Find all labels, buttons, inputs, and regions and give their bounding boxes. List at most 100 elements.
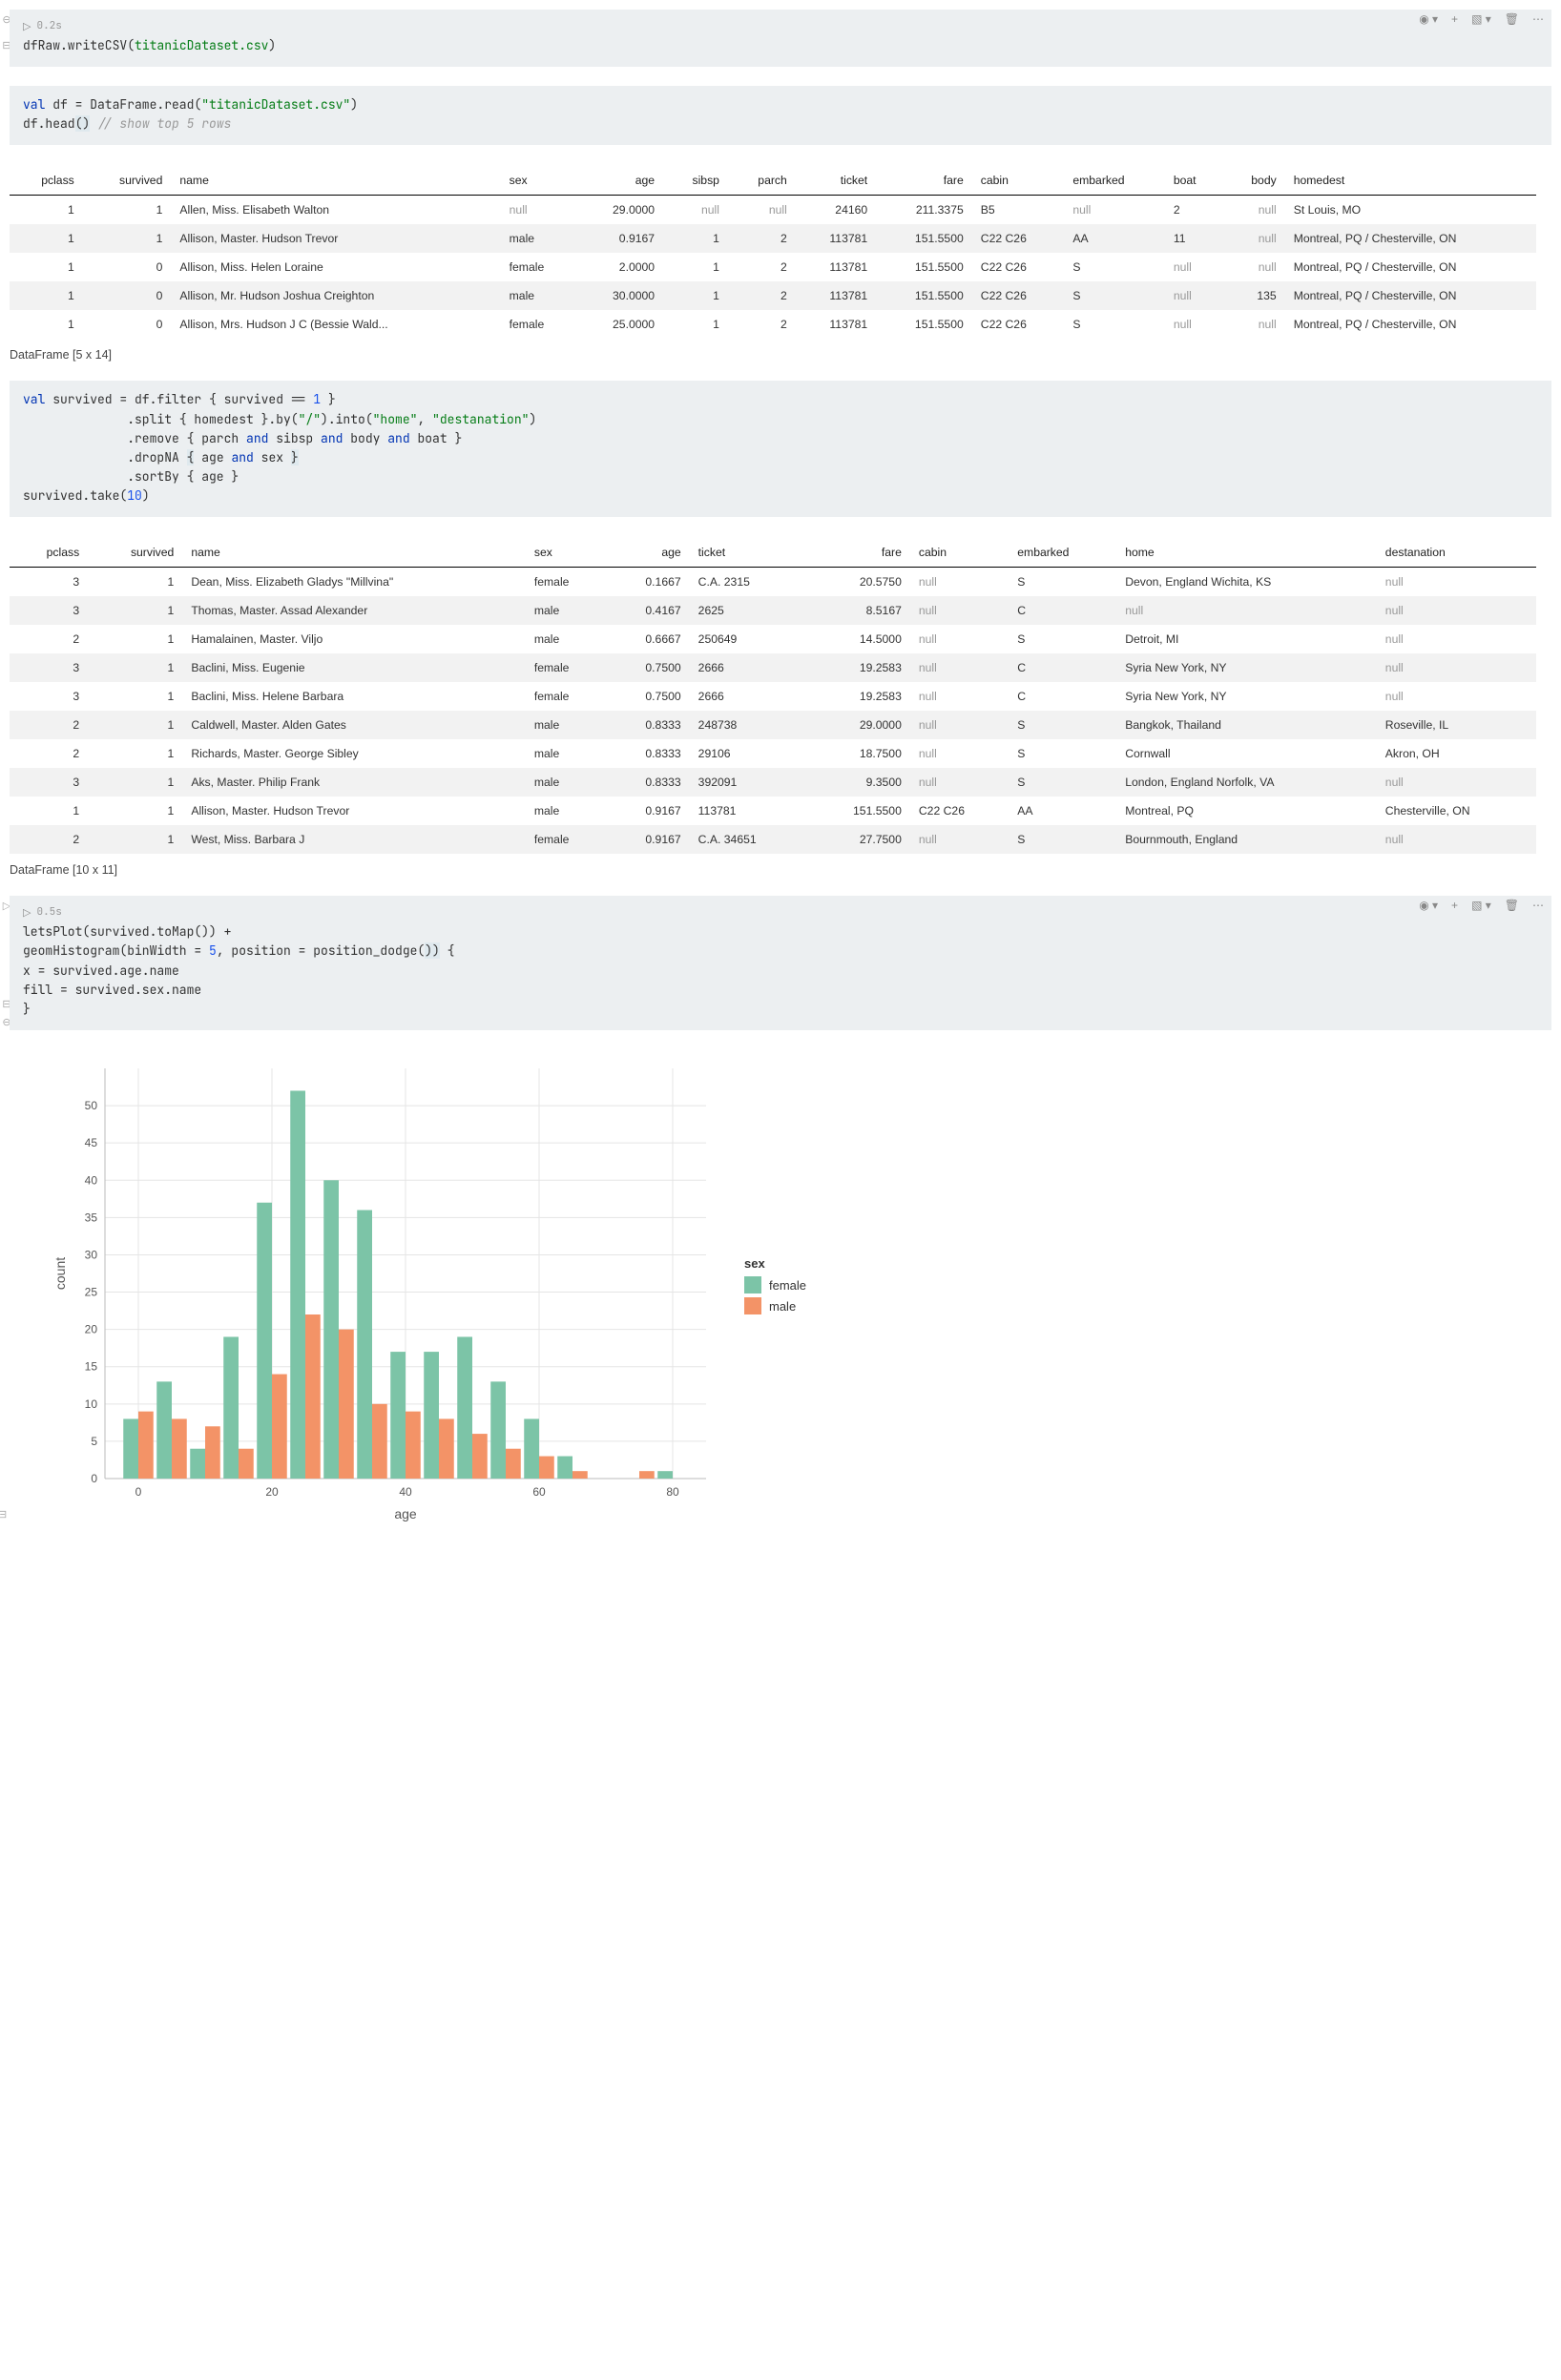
bar-male: [272, 1375, 287, 1479]
visibility-icon[interactable]: ◉ ▾: [1419, 899, 1438, 912]
add-icon[interactable]: +: [1451, 12, 1458, 26]
table-cell: 211.3375: [876, 196, 972, 225]
column-header: survived: [88, 538, 182, 568]
visibility-icon[interactable]: ◉ ▾: [1419, 12, 1438, 26]
table-cell: 113781: [796, 310, 876, 339]
table-cell: Allison, Mrs. Hudson J C (Bessie Wald...: [171, 310, 500, 339]
output-area: pclasssurvivednamesexageticketfarecabine…: [10, 538, 1551, 877]
code-line[interactable]: .split { homedest }.by("/").into("home",…: [23, 410, 1538, 429]
table-cell: S: [1009, 568, 1116, 597]
fold-icon[interactable]: ⊟: [0, 1508, 7, 1521]
table-cell: Aks, Master. Philip Frank: [182, 768, 526, 797]
table-cell: Montreal, PQ / Chesterville, ON: [1285, 224, 1536, 253]
table-cell: 11: [1165, 224, 1223, 253]
run-icon[interactable]: ▷: [23, 20, 31, 32]
table-cell: Montreal, PQ / Chesterville, ON: [1285, 281, 1536, 310]
table-cell: 1: [88, 653, 182, 682]
table-cell: Dean, Miss. Elizabeth Gladys "Millvina": [182, 568, 526, 597]
code-line[interactable]: .sortBy { age }: [23, 467, 1538, 486]
table-cell: 135: [1223, 281, 1285, 310]
column-header: fare: [807, 538, 910, 568]
more-icon[interactable]: ⋯: [1532, 12, 1544, 26]
table-cell: S: [1064, 281, 1164, 310]
table-cell: AA: [1064, 224, 1164, 253]
legend-label: female: [769, 1278, 806, 1293]
code-line[interactable]: letsPlot(survived.toMap()) +: [23, 922, 1538, 942]
table-cell: 2.0000: [576, 253, 663, 281]
column-header: embarked: [1064, 166, 1164, 196]
code-area[interactable]: val survived = df.filter { survived == 1…: [10, 381, 1551, 517]
svg-text:60: 60: [532, 1485, 546, 1499]
code-line[interactable]: val df = DataFrame.read("titanicDataset.…: [23, 95, 1538, 114]
code-cell-3: val survived = df.filter { survived == 1…: [10, 381, 1551, 877]
bar-male: [406, 1412, 421, 1479]
table-cell: Detroit, MI: [1116, 625, 1377, 653]
table-row: 21Richards, Master. George Sibleymale0.8…: [10, 739, 1536, 768]
code-area[interactable]: val df = DataFrame.read("titanicDataset.…: [10, 86, 1551, 145]
code-line[interactable]: val survived = df.filter { survived == 1…: [23, 390, 1538, 409]
code-area[interactable]: ◉ ▾ + ▧ ▾ 🗑 ⋯ ▷ 0.2s dfRaw.writeCSV(tita…: [10, 10, 1551, 67]
run-row: ▷ 0.2s: [23, 19, 1538, 32]
bar-male: [572, 1471, 588, 1479]
run-icon[interactable]: ▷: [23, 906, 31, 919]
table-row: 21Caldwell, Master. Alden Gatesmale0.833…: [10, 711, 1536, 739]
code-line[interactable]: survived.take(10): [23, 486, 1538, 506]
bar-female: [190, 1449, 205, 1479]
code-line[interactable]: fill = survived.sex.name: [23, 981, 1538, 1000]
table-cell: null: [728, 196, 796, 225]
table-cell: 1: [88, 797, 182, 825]
table-cell: 27.7500: [807, 825, 910, 854]
code-line[interactable]: .remove { parch and sibsp and body and b…: [23, 429, 1538, 448]
table-cell: null: [1165, 253, 1223, 281]
table-cell: 2: [728, 310, 796, 339]
table-cell: Akron, OH: [1377, 739, 1536, 768]
code-line[interactable]: }: [23, 1000, 1538, 1019]
code-line[interactable]: dfRaw.writeCSV(titanicDataset.csv): [23, 36, 1538, 55]
table-cell: 1: [88, 682, 182, 711]
table-cell: female: [501, 310, 577, 339]
code-line[interactable]: geomHistogram(binWidth = 5, position = p…: [23, 942, 1538, 961]
table-cell: 29106: [690, 739, 808, 768]
table-cell: Montreal, PQ: [1116, 797, 1377, 825]
table-cell: female: [526, 825, 607, 854]
code-line[interactable]: x = survived.age.name: [23, 962, 1538, 981]
table-cell: male: [526, 711, 607, 739]
output-area: pclasssurvivednamesexagesibspparchticket…: [10, 166, 1551, 362]
table-cell: Hamalainen, Master. Viljo: [182, 625, 526, 653]
actions-icon[interactable]: ▧ ▾: [1471, 12, 1491, 26]
code-area[interactable]: ◉ ▾ + ▧ ▾ 🗑 ⋯ ▷ 0.5s letsPlot(survived.t…: [10, 896, 1551, 1030]
table-cell: Allison, Mr. Hudson Joshua Creighton: [171, 281, 500, 310]
bar-female: [257, 1203, 272, 1479]
table-cell: Roseville, IL: [1377, 711, 1536, 739]
bar-female: [156, 1381, 172, 1479]
svg-text:40: 40: [399, 1485, 412, 1499]
table-cell: 20.5750: [807, 568, 910, 597]
table-cell: 14.5000: [807, 625, 910, 653]
table-cell: 1: [10, 224, 83, 253]
table-cell: 0: [83, 310, 172, 339]
table-cell: 0.9167: [576, 224, 663, 253]
bar-female: [123, 1418, 138, 1479]
table-cell: 151.5500: [876, 253, 972, 281]
column-header: destanation: [1377, 538, 1536, 568]
table-row: 31Baclini, Miss. Eugeniefemale0.75002666…: [10, 653, 1536, 682]
table-cell: 1: [663, 281, 728, 310]
column-header: pclass: [10, 166, 83, 196]
table-cell: 113781: [796, 253, 876, 281]
table-cell: 2666: [690, 682, 808, 711]
table-cell: 18.7500: [807, 739, 910, 768]
trash-icon[interactable]: 🗑: [1505, 12, 1519, 26]
table-cell: 2: [10, 739, 88, 768]
actions-icon[interactable]: ▧ ▾: [1471, 899, 1491, 912]
trash-icon[interactable]: 🗑: [1505, 899, 1519, 912]
add-icon[interactable]: +: [1451, 899, 1458, 912]
table-cell: C22 C26: [972, 224, 1065, 253]
table-cell: 0.9167: [607, 797, 689, 825]
cell-toolbar: ◉ ▾ + ▧ ▾ 🗑 ⋯: [1419, 899, 1544, 912]
table-cell: 0.8333: [607, 768, 689, 797]
svg-text:30: 30: [85, 1248, 98, 1261]
code-line[interactable]: df.head() // show top 5 rows: [23, 114, 1538, 134]
table-cell: 2625: [690, 596, 808, 625]
code-line[interactable]: .dropNA { age and sex }: [23, 448, 1538, 467]
more-icon[interactable]: ⋯: [1532, 899, 1544, 912]
